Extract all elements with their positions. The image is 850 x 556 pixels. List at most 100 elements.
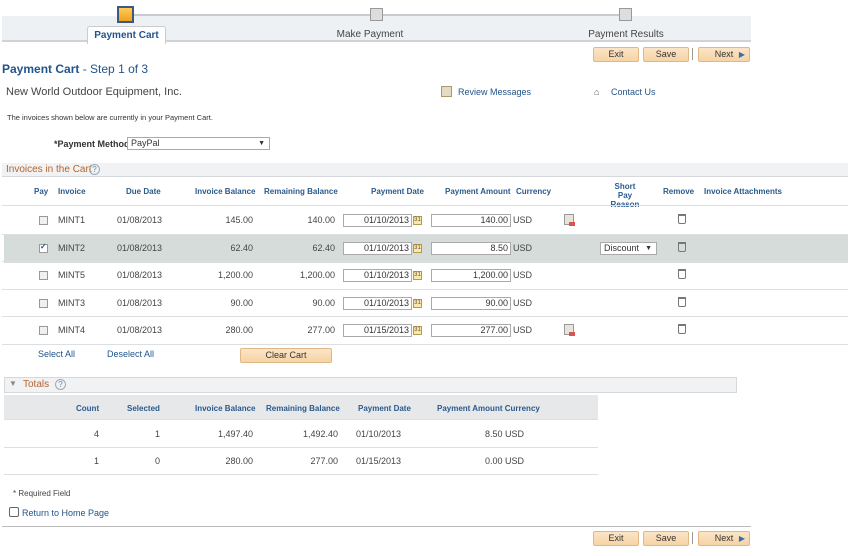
chevron-down-icon: ▼ (258, 140, 265, 147)
pay-checkbox[interactable] (39, 298, 48, 308)
calendar-icon[interactable]: 31 (413, 271, 422, 281)
totals-count: 4 (93, 429, 99, 439)
step-label-make-payment[interactable]: Make Payment (320, 29, 420, 40)
trash-icon[interactable] (678, 324, 686, 335)
contact-us-icon: ⌂ (594, 87, 600, 97)
clear-cart-button[interactable]: Clear Cart (240, 348, 332, 363)
payment-date-input[interactable]: 01/10/2013 (343, 296, 412, 310)
pay-checkbox[interactable] (39, 326, 48, 336)
row-divider (4, 474, 598, 475)
col-remaining-balance: Remaining Balance (264, 187, 338, 196)
totals-selected: 0 (154, 456, 160, 466)
col-currency: Currency (516, 187, 552, 196)
totals-count: 1 (93, 456, 99, 466)
next-button-top[interactable]: Next ▶ (698, 47, 750, 62)
pay-checkbox[interactable] (39, 271, 48, 281)
attachment-icon[interactable] (564, 214, 575, 226)
invoice-id: MINT5 (58, 270, 85, 281)
train-stop-payment-cart[interactable] (117, 6, 134, 23)
totals-col-invoice-balance: Invoice Balance (195, 404, 256, 413)
train-stop-payment-results[interactable] (619, 8, 632, 21)
trash-icon[interactable] (678, 296, 686, 307)
page-title: Payment Cart - Step 1 of 3 (2, 62, 148, 76)
deselect-all-link[interactable]: Deselect All (107, 349, 154, 359)
currency: USD (513, 215, 533, 225)
currency: USD (513, 325, 533, 336)
payment-date-input[interactable]: 01/10/2013 (343, 241, 412, 255)
short-pay-reason-value: Discount (604, 242, 640, 253)
col-remove: Remove (663, 187, 695, 196)
train-stop-make-payment[interactable] (370, 8, 383, 21)
return-home-link[interactable]: Return to Home Page (22, 508, 109, 518)
totals-payment-date: 01/10/2013 (356, 429, 402, 439)
pay-checkbox[interactable] (39, 216, 48, 225)
info-text: The invoices shown below are currently i… (7, 113, 213, 122)
pay-checkbox[interactable] (39, 242, 48, 253)
payment-method-select[interactable]: PayPal ▼ (127, 137, 270, 150)
trash-icon[interactable] (678, 241, 686, 252)
due-date: 01/08/2013 (117, 215, 163, 225)
required-field-note: * Required Field (13, 489, 71, 498)
page-title-main: Payment Cart (2, 62, 80, 76)
row-divider (2, 261, 848, 263)
totals-section-title: Totals (23, 379, 50, 390)
totals-col-count: Count (76, 404, 100, 413)
save-button-bottom[interactable]: Save (643, 531, 689, 546)
payment-amount-input[interactable]: 277.00 (431, 324, 511, 338)
col-due-date: Due Date (126, 187, 161, 196)
next-label: Next (714, 533, 734, 543)
totals-col-payment-amount-currency: Payment Amount Currency (437, 404, 540, 413)
trash-icon[interactable] (678, 214, 686, 224)
calendar-icon[interactable]: 31 (413, 243, 422, 253)
payment-amount-input[interactable]: 140.00 (431, 214, 511, 227)
payment-date-input[interactable]: 01/10/2013 (343, 214, 412, 227)
invoice-id: MINT4 (58, 325, 85, 336)
step-tab-payment-cart[interactable]: Payment Cart (87, 26, 166, 44)
contact-us-link[interactable]: Contact Us (611, 87, 656, 97)
row-divider (2, 288, 848, 290)
short-pay-reason-select[interactable]: Discount ▼ (600, 241, 657, 255)
page-title-step: - Step 1 of 3 (82, 62, 149, 76)
exit-button-bottom[interactable]: Exit (593, 531, 639, 546)
invoice-balance: 145.00 (225, 215, 253, 225)
totals-col-remaining-balance: Remaining Balance (266, 404, 340, 413)
review-messages-link[interactable]: Review Messages (458, 87, 531, 97)
calendar-icon[interactable]: 31 (413, 298, 422, 308)
row-divider (2, 316, 848, 318)
next-arrow-icon: ▶ (738, 50, 745, 59)
row-divider (4, 447, 598, 448)
col-payment-amount: Payment Amount (445, 187, 511, 196)
next-button-bottom[interactable]: Next ▶ (698, 531, 750, 546)
due-date: 01/08/2013 (117, 297, 163, 308)
payment-amount-input[interactable]: 8.50 (431, 241, 511, 255)
totals-col-selected: Selected (127, 404, 160, 413)
trash-icon[interactable] (678, 269, 686, 280)
payment-amount-input[interactable]: 90.00 (431, 296, 511, 310)
exit-button-top[interactable]: Exit (593, 47, 639, 62)
col-invoice-balance: Invoice Balance (195, 187, 256, 196)
payment-date-input[interactable]: 01/15/2013 (343, 324, 412, 338)
payment-method-value: PayPal (131, 138, 160, 148)
collapse-triangle-icon[interactable]: ▼ (9, 379, 17, 388)
help-icon[interactable]: ? (55, 379, 66, 390)
row-divider (2, 205, 848, 206)
invoice-balance: 90.00 (230, 297, 253, 308)
col-payment-date: Payment Date (371, 187, 424, 196)
calendar-icon[interactable]: 31 (413, 216, 422, 225)
step-label-payment-results[interactable]: Payment Results (576, 29, 676, 40)
totals-invoice-balance: 280.00 (225, 456, 253, 466)
help-icon[interactable]: ? (89, 164, 100, 175)
totals-col-payment-date: Payment Date (358, 404, 411, 413)
invoices-section-title: Invoices in the Cart (6, 164, 92, 175)
currency: USD (513, 297, 533, 308)
totals-payment-date: 01/15/2013 (356, 456, 402, 466)
remaining-balance: 90.00 (312, 297, 335, 308)
due-date: 01/08/2013 (117, 242, 163, 253)
home-icon (9, 507, 19, 517)
payment-amount-input[interactable]: 1,200.00 (431, 269, 511, 283)
select-all-link[interactable]: Select All (38, 349, 75, 359)
calendar-icon[interactable]: 31 (413, 326, 422, 336)
attachment-icon[interactable] (564, 324, 575, 337)
save-button-top[interactable]: Save (643, 47, 689, 62)
payment-date-input[interactable]: 01/10/2013 (343, 269, 412, 283)
